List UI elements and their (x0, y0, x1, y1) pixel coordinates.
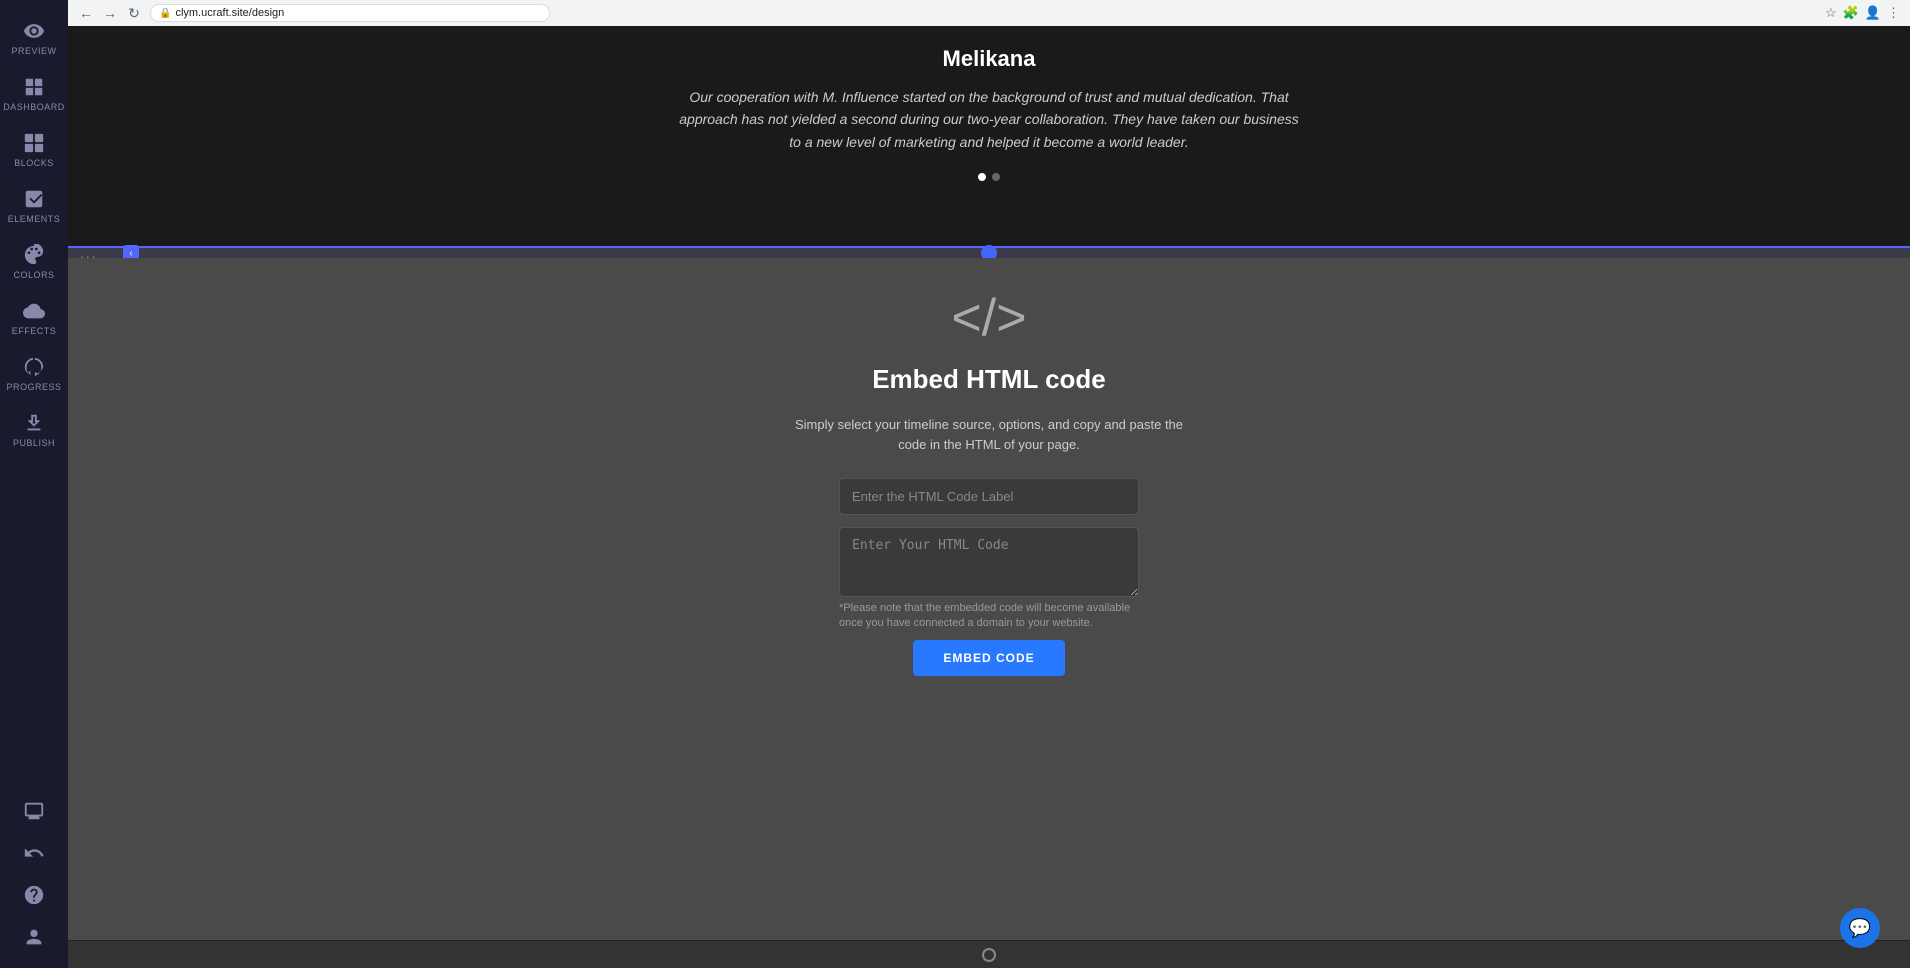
sidebar-item-progress[interactable]: PROGRESS (0, 346, 68, 402)
chat-widget-button[interactable]: 💬 (1840, 908, 1880, 948)
testimonial-name: Melikana (943, 46, 1036, 72)
sidebar-item-publish[interactable]: PUBLISH (0, 402, 68, 458)
embed-title: Embed HTML code (872, 364, 1106, 395)
main-content: Melikana Our cooperation with M. Influen… (68, 26, 1910, 968)
profile-icon[interactable]: 👤 (1865, 5, 1881, 21)
sidebar-label-progress: PROGRESS (6, 382, 61, 392)
bottom-handle[interactable] (982, 948, 996, 962)
extension-icon[interactable]: 🧩 (1843, 5, 1859, 21)
forward-button[interactable]: → (102, 5, 118, 21)
sidebar-item-help[interactable] (0, 874, 68, 916)
testimonial-section: Melikana Our cooperation with M. Influen… (68, 26, 1910, 246)
embed-note: *Please note that the embedded code will… (839, 601, 1139, 632)
sidebar-bottom (0, 790, 68, 958)
sidebar-item-desktop[interactable] (0, 790, 68, 832)
colors-icon (23, 244, 45, 266)
undo-icon (23, 842, 45, 864)
sidebar-item-elements[interactable]: ELEMENTS (0, 178, 68, 234)
desktop-icon (23, 800, 45, 822)
embed-form (839, 478, 1139, 597)
resize-handle[interactable]: ... ‹ (68, 246, 1910, 258)
embed-description: Simply select your timeline source, opti… (789, 415, 1189, 454)
publish-icon (23, 412, 45, 434)
carousel-dots (978, 173, 1000, 181)
user-icon (23, 926, 45, 948)
sidebar-label-blocks: BLOCKS (14, 158, 54, 168)
browser-icons: ☆ 🧩 👤 ⋮ (1825, 5, 1900, 21)
embed-code-button[interactable]: EMBED CODE (913, 640, 1064, 676)
blocks-icon (23, 132, 45, 154)
menu-icon[interactable]: ⋮ (1887, 5, 1900, 21)
dashboard-icon (23, 76, 45, 98)
elements-icon (23, 188, 45, 210)
eye-icon (23, 20, 45, 42)
sidebar-label-publish: PUBLISH (13, 438, 55, 448)
sidebar-item-dashboard[interactable]: DASHBOARD (0, 66, 68, 122)
url-text: clym.ucraft.site/design (175, 7, 284, 19)
html-code-icon: </> (951, 288, 1026, 348)
sidebar-label-dashboard: DASHBOARD (3, 102, 65, 112)
sidebar-label-elements: ELEMENTS (8, 214, 61, 224)
bookmark-icon[interactable]: ☆ (1825, 5, 1837, 21)
html-label-input[interactable] (839, 478, 1139, 515)
sidebar-item-user[interactable] (0, 916, 68, 958)
sidebar-item-blocks[interactable]: BLOCKS (0, 122, 68, 178)
carousel-dot-2[interactable] (992, 173, 1000, 181)
sidebar-item-colors[interactable]: COLORS (0, 234, 68, 290)
reload-button[interactable]: ↻ (126, 5, 142, 21)
sidebar-label-effects: EFFECTS (12, 326, 57, 336)
sidebar-label-colors: COLORS (13, 270, 54, 280)
progress-icon (23, 356, 45, 378)
sidebar-item-undo[interactable] (0, 832, 68, 874)
sidebar-item-preview[interactable]: PREVIEW (0, 10, 68, 66)
bottom-bar (68, 940, 1910, 968)
html-code-textarea[interactable] (839, 527, 1139, 597)
sidebar: PREVIEW DASHBOARD BLOCKS ELEMENTS COLORS… (0, 0, 68, 968)
effects-icon (23, 300, 45, 322)
sidebar-label-preview: PREVIEW (11, 46, 56, 56)
help-icon (23, 884, 45, 906)
embed-section: </> Embed HTML code Simply select your t… (68, 258, 1910, 940)
url-bar[interactable]: 🔒 clym.ucraft.site/design (150, 4, 550, 22)
back-button[interactable]: ← (78, 5, 94, 21)
sidebar-item-effects[interactable]: EFFECTS (0, 290, 68, 346)
testimonial-text: Our cooperation with M. Influence starte… (679, 86, 1299, 153)
chat-icon: 💬 (1849, 918, 1871, 939)
browser-bar: ← → ↻ 🔒 clym.ucraft.site/design ☆ 🧩 👤 ⋮ (68, 0, 1910, 26)
carousel-dot-1[interactable] (978, 173, 986, 181)
